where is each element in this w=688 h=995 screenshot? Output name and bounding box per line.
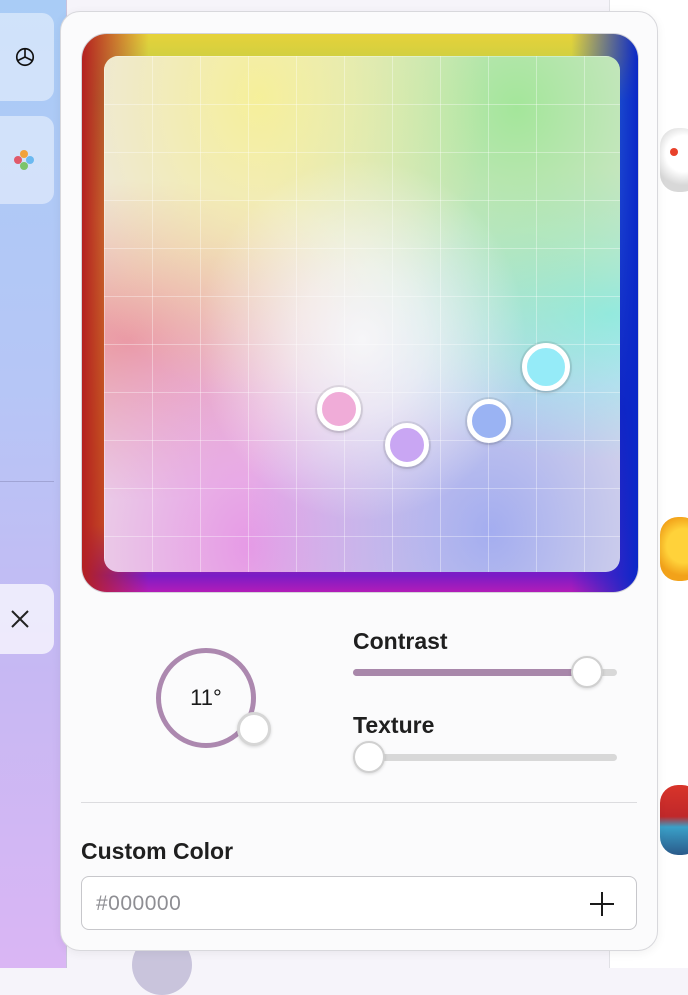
reddit-sticker-icon (660, 128, 688, 192)
sidebar-item-photos[interactable] (0, 116, 54, 204)
color-picker-area[interactable] (81, 33, 639, 593)
texture-slider[interactable] (353, 741, 617, 773)
close-icon (11, 610, 29, 628)
close-button[interactable] (0, 584, 54, 654)
openai-logo-icon (15, 47, 35, 67)
contrast-slider-thumb[interactable] (571, 656, 604, 688)
custom-color-field (81, 876, 637, 931)
custom-color-label: Custom Color (81, 838, 234, 864)
angle-dial-handle[interactable] (237, 712, 271, 746)
contrast-slider[interactable] (353, 656, 617, 688)
texture-slider-thumb[interactable] (353, 741, 385, 773)
contrast-slider-fill (353, 669, 588, 676)
color-dot-lavender[interactable] (385, 423, 429, 467)
character-sticker-icon (660, 785, 688, 855)
sidebar-divider (0, 481, 54, 482)
angle-value: 11° (190, 685, 222, 710)
custom-color-input[interactable] (94, 877, 568, 931)
contrast-label: Contrast (353, 628, 448, 654)
texture-label: Texture (353, 712, 435, 738)
cat-sticker-icon (660, 517, 688, 581)
color-dot-cyan[interactable] (522, 343, 570, 391)
color-dot-pink[interactable] (317, 387, 361, 431)
color-field[interactable] (104, 56, 620, 572)
color-dot-periwinkle[interactable] (467, 399, 511, 443)
section-divider (81, 802, 637, 803)
color-settings-popover: 11° Contrast Texture Custom Color (60, 11, 658, 951)
sidebar-item-chatgpt[interactable] (0, 13, 54, 101)
sidebar (0, 0, 67, 968)
photos-icon (14, 150, 34, 170)
grid-overlay (104, 56, 620, 572)
plus-icon[interactable] (588, 890, 616, 918)
